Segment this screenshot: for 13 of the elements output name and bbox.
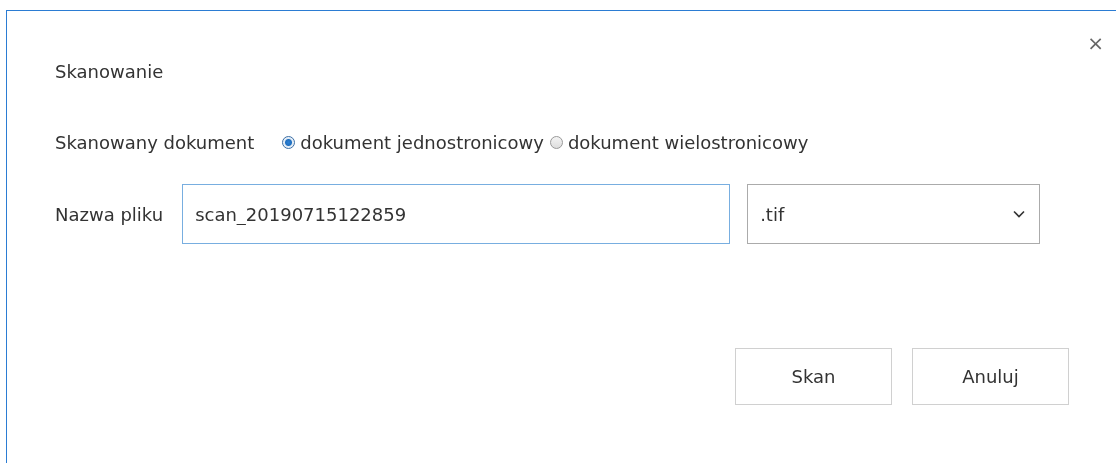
- close-button[interactable]: ×: [1083, 33, 1108, 53]
- radio-option[interactable]: dokument jednostronicowy: [282, 131, 544, 153]
- caret-icon: [1013, 210, 1026, 218]
- dialog-title: Skanowanie: [55, 60, 164, 84]
- file-name-field[interactable]: scan_20190715122859: [182, 184, 731, 244]
- field-label: Skanowany dokument: [55, 131, 255, 153]
- field-label: Nazwa pliku: [55, 203, 164, 225]
- dialog-button[interactable]: Skan: [735, 348, 892, 405]
- dialog-button[interactable]: Anuluj: [912, 348, 1069, 405]
- radio-option[interactable]: dokument wielostronicowy: [549, 131, 809, 153]
- extension-dropdown[interactable]: .tif: [747, 184, 1041, 244]
- radio-button[interactable]: [282, 135, 296, 149]
- radio-button[interactable]: [549, 135, 563, 149]
